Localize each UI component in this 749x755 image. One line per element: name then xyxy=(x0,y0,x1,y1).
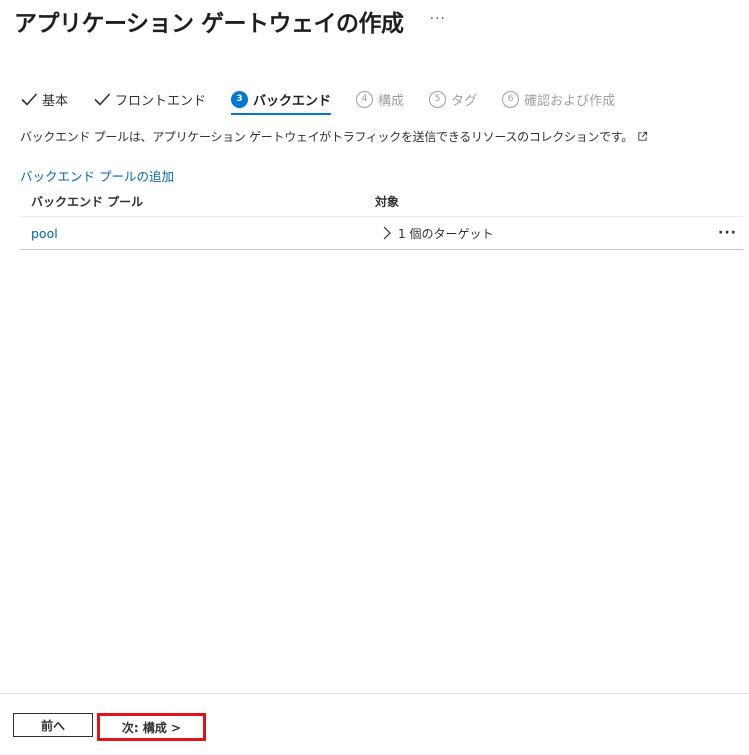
footer-divider xyxy=(0,693,749,694)
more-options-icon[interactable]: ··· xyxy=(430,11,446,27)
table-header: バックエンド プール 対象 xyxy=(20,186,743,217)
chevron-right-icon xyxy=(383,226,391,240)
tab-label: 基本 xyxy=(42,93,69,109)
step-number-badge: 3 xyxy=(231,90,249,108)
description-text: バックエンド プールは、アプリケーション ゲートウェイがトラフィックを送信できる… xyxy=(20,130,633,144)
step-number-badge: 6 xyxy=(502,90,520,108)
wizard-steps: 基本 フロントエンド 3 バックエンド 4 構成 5 タグ 6 確認および作成 xyxy=(20,86,640,116)
tab-label: フロントエンド xyxy=(115,93,207,109)
tab-label: 構成 xyxy=(378,93,405,109)
column-header-target: 対象 xyxy=(375,194,400,209)
tab-backend[interactable]: 3 バックエンド xyxy=(231,86,332,115)
add-backend-pool-link[interactable]: バックエンド プールの追加 xyxy=(20,166,174,185)
checkmark-icon xyxy=(21,93,38,106)
tab-configuration[interactable]: 4 構成 xyxy=(356,86,404,112)
previous-button[interactable]: 前へ xyxy=(13,713,93,737)
checkmark-icon xyxy=(94,93,111,106)
external-link-icon[interactable] xyxy=(637,131,648,142)
backend-description: バックエンド プールは、アプリケーション ゲートウェイがトラフィックを送信できる… xyxy=(20,128,648,145)
tab-label: 確認および作成 xyxy=(524,93,616,109)
tab-frontend[interactable]: フロントエンド xyxy=(93,86,206,112)
pool-name-link[interactable]: pool xyxy=(20,226,382,241)
step-number-badge: 4 xyxy=(356,90,374,108)
row-more-options-icon[interactable]: ··· xyxy=(718,226,737,240)
title-row: アプリケーション ゲートウェイの作成 ··· xyxy=(14,4,446,38)
tab-label: タグ xyxy=(451,93,478,109)
backend-pool-table: バックエンド プール 対象 pool 1 個のターゲット ··· xyxy=(20,186,743,250)
target-count: 1 個のターゲット xyxy=(398,226,494,241)
target-expander[interactable]: 1 個のターゲット xyxy=(382,225,493,242)
table-row: pool 1 個のターゲット ··· xyxy=(20,217,743,250)
tab-tags[interactable]: 5 タグ xyxy=(429,86,477,112)
page-title: アプリケーション ゲートウェイの作成 xyxy=(14,11,404,37)
tab-review-create[interactable]: 6 確認および作成 xyxy=(502,86,615,112)
column-header-backend-pool: バックエンド プール xyxy=(31,194,144,209)
next-button[interactable]: 次: 構成 > xyxy=(97,713,206,741)
tab-label: バックエンド xyxy=(253,93,332,109)
step-number-badge: 5 xyxy=(429,90,447,108)
tab-basics[interactable]: 基本 xyxy=(20,86,68,112)
